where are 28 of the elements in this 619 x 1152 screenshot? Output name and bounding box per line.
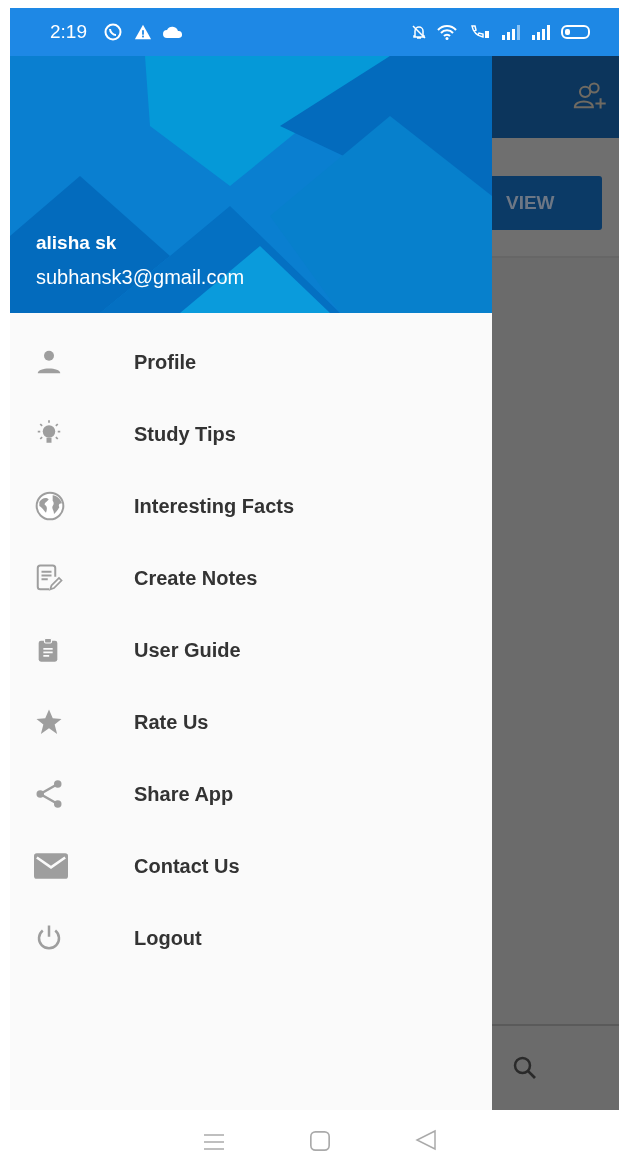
menu-item[interactable]: Profile [10,326,492,398]
menu-item[interactable]: Interesting Facts [10,470,492,542]
menu-item[interactable]: Study Tips [10,398,492,470]
bell-off-icon [411,24,427,40]
chat-icon [103,22,123,42]
menu-item[interactable]: Create Notes [10,542,492,614]
status-time: 2:19 [50,21,87,43]
warning-icon [133,23,153,41]
menu-item[interactable]: Contact Us [10,830,492,902]
user-email: subhansk3@gmail.com [36,266,245,289]
menu-item[interactable]: Share App [10,758,492,830]
menu-item[interactable]: Logout [10,902,492,974]
menu-item[interactable]: Rate Us [10,686,492,758]
user-name: alisha sk [36,232,118,254]
wifi-icon [437,24,459,40]
call-icon [469,24,491,40]
globe-icon [34,490,66,522]
battery-icon [561,24,591,40]
note-pencil-icon [34,563,64,593]
signal-icon [501,24,521,40]
signal-icon [531,24,551,40]
share-icon [34,779,64,809]
envelope-icon [34,853,68,879]
cloud-icon [163,26,183,38]
menu-icon[interactable] [201,1132,226,1152]
back-icon[interactable] [413,1128,438,1152]
home-icon[interactable] [308,1130,331,1152]
menu-item[interactable]: User Guide [10,614,492,686]
